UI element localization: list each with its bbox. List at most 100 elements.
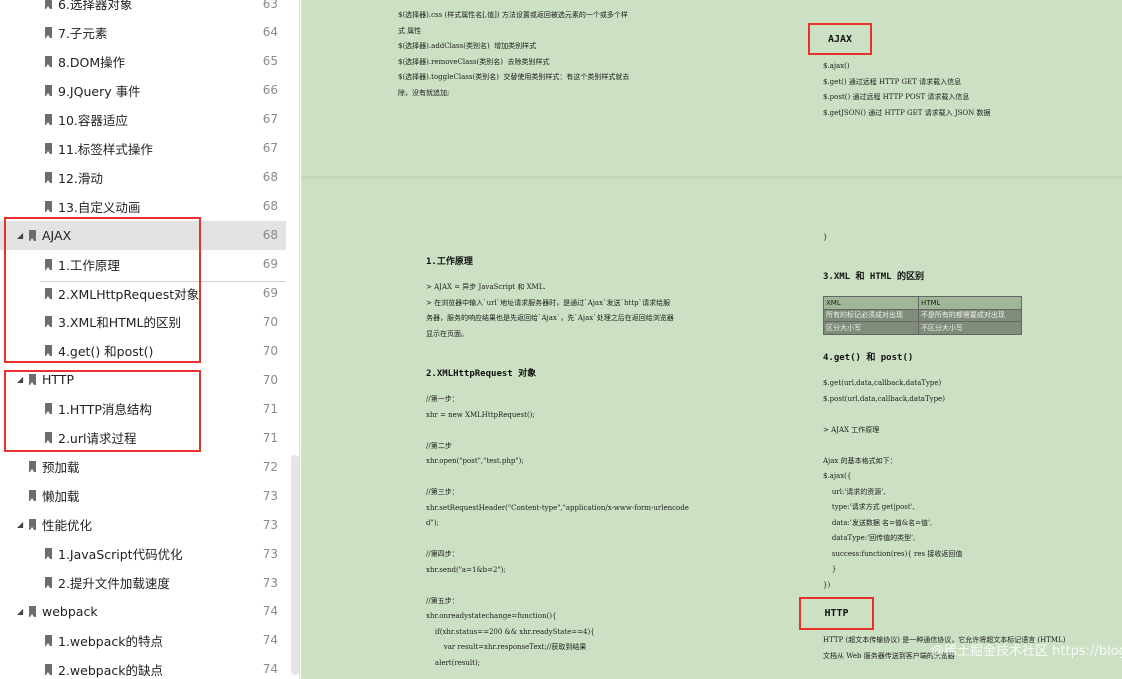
css-methods-block: $(选择器).css (样式属性名[,值]) 方法设置或返回被选元素的一个或多个… xyxy=(398,8,629,101)
bookmark-icon xyxy=(45,113,52,125)
doc-line: data:'发送数据 名=值&名=值', xyxy=(823,518,933,527)
xhr-code-block: //第一步： xhr = new XMLHttpRequest(); //第二步 x… xyxy=(426,392,689,671)
doc-line: $(选择器).addClass(类别名) 增加类别样式 xyxy=(398,42,537,50)
outline-item[interactable]: 11.标签样式操作 67 xyxy=(0,134,286,163)
outline-item-page: 67 xyxy=(262,112,278,127)
bookmark-icon xyxy=(45,26,52,38)
outline-item-page: 71 xyxy=(262,401,278,416)
outline-item-page: 73 xyxy=(262,575,278,590)
doc-line: 除，没有就追加; xyxy=(398,88,450,97)
bookmark-icon xyxy=(45,0,52,9)
doc-line: xhr.onreadystatechange=function(){ xyxy=(426,612,557,620)
outline-item[interactable]: 1.JavaScript代码优化 73 xyxy=(0,539,286,568)
bookmark-icon xyxy=(45,84,52,96)
http-heading: HTTP xyxy=(799,597,874,630)
doc-line: d"); xyxy=(426,519,439,527)
outline-item-page: 73 xyxy=(262,488,278,503)
doc-line: xhr.send("a=1&b=2"); xyxy=(426,565,506,574)
heading-get-post: 4.get() 和 post() xyxy=(823,353,914,363)
doc-line: dataType:'回传值的类型', xyxy=(823,534,916,542)
outline-item-page: 64 xyxy=(262,25,278,40)
outline-item[interactable]: 2.提升文件加载速度 73 xyxy=(0,568,286,597)
table-row: 区分大小写 不区分大小写 xyxy=(823,321,1023,335)
table-cell: HTML xyxy=(917,296,1023,310)
doc-line: Ajax 的基本格式如下： xyxy=(823,456,897,465)
doc-line: }) xyxy=(823,580,831,589)
doc-line: //第四步： xyxy=(426,550,459,558)
highlight-box-ajax xyxy=(4,217,201,363)
http-heading-text: HTTP xyxy=(824,608,849,619)
doc-line: //第三步： xyxy=(426,488,459,496)
doc-line: var result=xhr.responseText;//获取到结果 xyxy=(426,643,587,651)
doc-line: if(xhr.status==200 && xhr.readyState==4)… xyxy=(426,627,595,636)
expand-arrow-icon[interactable]: ◢ xyxy=(17,607,23,616)
bookmark-icon xyxy=(45,548,52,560)
outline-item-page: 66 xyxy=(262,83,278,98)
outline-item-label: webpack xyxy=(42,603,98,619)
doc-line: $(选择器).css (样式属性名[,值]) 方法设置或返回被选元素的一个或多个… xyxy=(398,11,628,19)
outline-item-label: 9.JQuery 事件 xyxy=(58,83,141,99)
outline-item-page: 69 xyxy=(262,286,278,300)
doc-line: 式 属性 xyxy=(398,26,422,35)
bookmark-icon xyxy=(45,55,52,67)
outline-item-label: 8.DOM操作 xyxy=(58,54,126,70)
outline-item-page: 72 xyxy=(262,459,278,474)
ajax-methods-block: $.ajax() $.get() 通过远程 HTTP GET 请求载入信息 $.po… xyxy=(823,59,991,121)
outline-item-page: 74 xyxy=(262,604,278,619)
outline-item[interactable]: 2.webpack的缺点 74 xyxy=(0,655,286,679)
doc-line: //第一步： xyxy=(426,395,459,403)
heading-xml-html: 3.XML 和 HTML 的区别 xyxy=(823,272,925,282)
outline-item[interactable]: 1.webpack的特点 74 xyxy=(0,626,286,655)
outline-item[interactable]: 12.滑动 68 xyxy=(0,163,286,192)
outline-item[interactable]: 7.子元素 64 xyxy=(0,18,286,47)
doc-line: 务器，服务的响应结果也是先返回给`Ajax`，先`Ajax`处理之后在返回给浏览… xyxy=(426,314,674,322)
bookmark-icon xyxy=(29,605,36,617)
doc-line: url:'请求的资源', xyxy=(823,487,886,496)
bookmark-icon xyxy=(29,461,36,473)
page-separator xyxy=(301,176,1122,179)
doc-line: $.ajax({ xyxy=(823,472,852,480)
outline-item[interactable]: ◢ webpack 74 xyxy=(0,597,286,626)
bookmark-icon xyxy=(45,142,52,154)
doc-line: $.post() 通过远程 HTTP POST 请求载入信息 xyxy=(823,93,970,101)
doc-line: success:function(res){ res 接收返回值 xyxy=(823,549,963,558)
outline-item-page: 68 xyxy=(262,199,278,214)
outline-item-page: 70 xyxy=(262,372,278,387)
doc-line: > AJAX = 异步 JavaScript 和 XML. xyxy=(426,283,546,291)
outline-item[interactable]: ◢ 性能优化 73 xyxy=(0,510,286,539)
bookmark-icon xyxy=(45,577,52,588)
outline-item-label: 1.JavaScript代码优化 xyxy=(58,547,183,563)
outline-item-label: 懒加载 xyxy=(42,489,80,505)
bookmark-icon xyxy=(45,200,52,212)
table-row: XML HTML xyxy=(823,296,1023,310)
document-viewer[interactable]: $(选择器).css (样式属性名[,值]) 方法设置或返回被选元素的一个或多个… xyxy=(301,0,1122,679)
outline-item-page: 74 xyxy=(262,633,278,648)
ajax-heading-text: AJAX xyxy=(827,33,853,45)
doc-line: $.getJSON() 通过 HTTP GET 请求载入 JSON 数据 xyxy=(823,108,991,117)
xml-html-table: XML HTML 所有的标记必须成对出现 不是所有的都需要成对出现 区分大小写 不区分大小… xyxy=(823,296,1023,335)
outline-item[interactable]: 9.JQuery 事件 66 xyxy=(0,76,286,105)
outline-item[interactable]: 6.选择器对象 63 xyxy=(0,0,286,18)
outline-item-label: 预加载 xyxy=(42,460,80,476)
expand-arrow-icon[interactable]: ◢ xyxy=(17,520,23,529)
sidebar-scrollbar[interactable] xyxy=(291,455,299,675)
outline-item[interactable]: 8.DOM操作 65 xyxy=(0,47,286,76)
outline-item-label: 性能优化 xyxy=(42,518,93,534)
watermark: @稀土掘金技术社区 https://blog.csdn.net/weixin_5… xyxy=(931,644,1122,659)
outline-item[interactable]: 预加载 72 xyxy=(0,452,286,481)
doc-line xyxy=(426,423,689,439)
outline-item[interactable]: 懒加载 73 xyxy=(0,481,286,510)
table-cell: 所有的标记必须成对出现 xyxy=(823,308,919,322)
outline-item[interactable]: 10.容器适应 67 xyxy=(0,105,286,134)
outline-item-label: 7.子元素 xyxy=(58,25,108,41)
doc-line: $.get() 通过远程 HTTP GET 请求载入信息 xyxy=(823,77,962,86)
table-row: 所有的标记必须成对出现 不是所有的都需要成对出现 xyxy=(823,308,1023,322)
ajax-heading: AJAX xyxy=(808,23,872,55)
doc-line: } xyxy=(823,565,837,573)
doc-line: $(选择器).toggleClass(类别名) 交替使用类别样式：有这个类别样式… xyxy=(398,73,630,81)
outline-item-label: 13.自定义动画 xyxy=(58,199,141,215)
doc-line xyxy=(823,438,962,454)
doc-line xyxy=(426,578,689,594)
outline-item-page: 73 xyxy=(262,517,278,532)
outline-item-label: 11.标签样式操作 xyxy=(58,141,153,157)
